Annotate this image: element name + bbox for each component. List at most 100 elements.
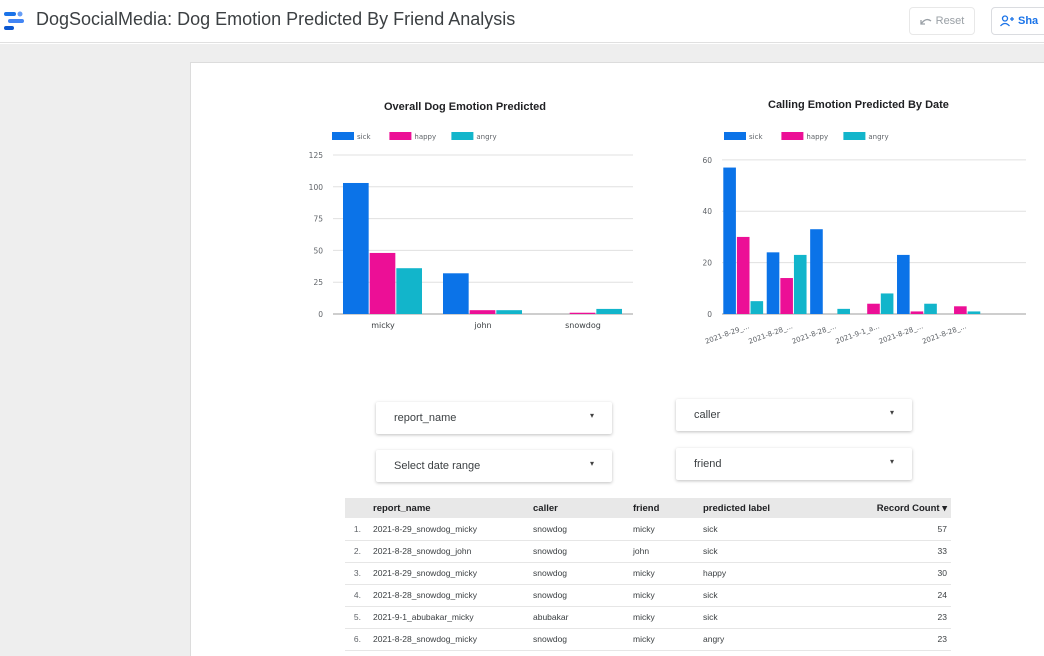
results-table: report_name caller friend predicted labe… — [345, 498, 951, 651]
bar-angry — [496, 310, 522, 314]
cell-caller: snowdog — [529, 540, 629, 563]
col-header-predicted-label[interactable]: predicted label — [699, 498, 809, 518]
y-tick-label: 125 — [309, 151, 324, 160]
legend-label-sick: sick — [749, 133, 763, 141]
bar-sick — [343, 182, 369, 314]
table-header-row: report_name caller friend predicted labe… — [345, 498, 951, 518]
row-index: 5. — [345, 606, 369, 629]
x-tick-label: 2021-8-28_... — [747, 322, 793, 345]
chart1-title: Overall Dog Emotion Predicted — [384, 101, 546, 113]
record-count-header-label: Record Count — [876, 502, 940, 514]
cell-record-count: 23 — [809, 628, 951, 651]
row-index: 3. — [345, 562, 369, 585]
legend-label-sick: sick — [357, 133, 371, 141]
bar-happy — [867, 303, 880, 314]
col-header-caller[interactable]: caller — [529, 498, 629, 518]
bar-sick — [766, 252, 780, 314]
x-tick-label: micky — [371, 321, 395, 330]
caret-down-icon: ▾ — [889, 408, 894, 417]
x-tick-label: 2021-8-29_... — [704, 322, 750, 345]
x-tick-label: 2021-8-28_... — [791, 322, 837, 345]
bar-happy — [569, 312, 596, 314]
index-header — [345, 498, 369, 518]
y-tick-label: 20 — [702, 259, 712, 268]
share-label: Sha — [1018, 15, 1039, 27]
x-tick-label: 2021-8-28_... — [878, 322, 924, 345]
bar-happy — [910, 311, 924, 314]
cell-friend: micky — [629, 606, 699, 629]
caller-filter[interactable]: caller ▾ — [676, 399, 912, 431]
table-row[interactable]: 6. 2021-8-28_snowdog_micky snowdog micky ang… — [345, 628, 951, 651]
col-header-friend[interactable]: friend — [629, 498, 699, 518]
cell-predicted-label: sick — [699, 518, 809, 541]
cell-caller: snowdog — [529, 584, 629, 607]
caret-down-icon: ▾ — [589, 459, 594, 468]
cell-record-count: 23 — [809, 606, 951, 629]
reset-button[interactable]: Reset — [909, 7, 975, 35]
cell-record-count: 33 — [809, 540, 951, 563]
cell-report-name: 2021-9-1_abubakar_micky — [369, 606, 529, 629]
chart1-bar-chart[interactable]: sick happy angry 0 25 50 75 100 125 micky john snow… — [300, 125, 645, 335]
cell-predicted-label: angry — [699, 628, 809, 651]
row-index: 6. — [345, 628, 369, 651]
legend-swatch-sick — [724, 132, 746, 140]
y-tick-label: 50 — [313, 246, 323, 255]
date-range-label: Select date range — [394, 460, 481, 472]
y-tick-label: 0 — [707, 310, 712, 319]
chart2-title: Calling Emotion Predicted By Date — [768, 99, 949, 111]
cell-friend: john — [629, 540, 699, 563]
table-row[interactable]: 4. 2021-8-28_snowdog_micky snowdog micky sic… — [345, 584, 951, 607]
legend-swatch-sick — [332, 132, 354, 140]
table-row[interactable]: 3. 2021-8-29_snowdog_micky snowdog micky hap… — [345, 562, 951, 585]
cell-caller: abubakar — [529, 606, 629, 629]
cell-report-name: 2021-8-29_snowdog_micky — [369, 562, 529, 585]
table-row[interactable]: 5. 2021-9-1_abubakar_micky abubakar micky si… — [345, 606, 951, 629]
bar-sick — [723, 167, 736, 314]
reset-arrow-icon — [919, 18, 932, 25]
cell-report-name: 2021-8-29_snowdog_micky — [369, 518, 529, 541]
legend-swatch-happy — [389, 132, 412, 140]
x-tick-label: john — [473, 321, 491, 330]
table-row[interactable]: 1. 2021-8-29_snowdog_micky snowdog micky sic… — [345, 518, 951, 541]
cell-report-name: 2021-8-28_snowdog_micky — [369, 584, 529, 607]
legend-swatch-happy — [781, 132, 804, 140]
legend-swatch-angry — [451, 132, 474, 140]
bar-happy — [369, 252, 396, 314]
col-header-record-count[interactable]: Record Count ▾ — [809, 498, 951, 518]
looker-studio-logo-icon[interactable] — [4, 11, 26, 31]
bar-angry — [880, 293, 894, 314]
bar-happy — [954, 306, 967, 314]
cell-friend: micky — [629, 562, 699, 585]
y-tick-label: 100 — [309, 183, 324, 192]
cell-caller: snowdog — [529, 518, 629, 541]
y-tick-label: 60 — [702, 156, 712, 165]
x-tick-label: snowdog — [565, 321, 601, 330]
caret-down-icon: ▾ — [589, 411, 594, 420]
bar-angry — [837, 308, 850, 314]
share-button[interactable]: Sha — [991, 7, 1044, 35]
bar-happy — [469, 310, 496, 314]
bar-angry — [967, 311, 981, 314]
chart2-bar-chart[interactable]: sick happy angry02040602021-8-29_...2021-8… — [690, 125, 1040, 355]
bar-sick — [897, 254, 910, 314]
cell-predicted-label: happy — [699, 562, 809, 585]
cell-record-count: 57 — [809, 518, 951, 541]
legend-label-angry: angry — [476, 133, 496, 141]
report-name-filter[interactable]: report_name ▾ — [376, 402, 612, 434]
top-header: DogSocialMedia: Dog Emotion Predicted By… — [0, 0, 1044, 43]
row-index: 4. — [345, 584, 369, 607]
cell-record-count: 30 — [809, 562, 951, 585]
table-row[interactable]: 2. 2021-8-28_snowdog_john snowdog john sick 3… — [345, 540, 951, 563]
bar-happy — [736, 236, 750, 314]
cell-friend: micky — [629, 628, 699, 651]
report-title[interactable]: DogSocialMedia: Dog Emotion Predicted By… — [36, 9, 515, 30]
cell-predicted-label: sick — [699, 584, 809, 607]
cell-friend: micky — [629, 518, 699, 541]
row-index: 2. — [345, 540, 369, 563]
friend-filter[interactable]: friend ▾ — [676, 448, 912, 480]
add-person-icon — [1000, 15, 1014, 27]
date-range-filter[interactable]: Select date range ▾ — [376, 450, 612, 482]
cell-report-name: 2021-8-28_snowdog_john — [369, 540, 529, 563]
col-header-report-name[interactable]: report_name — [369, 498, 529, 518]
bar-happy — [780, 278, 793, 314]
